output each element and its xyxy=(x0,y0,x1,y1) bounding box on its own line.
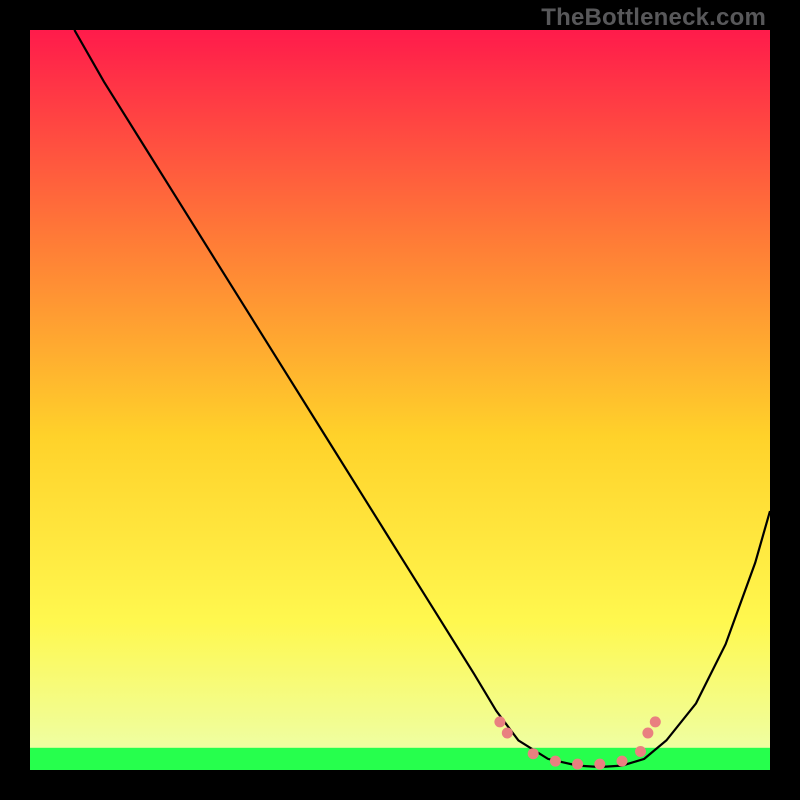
marker-dot xyxy=(650,716,661,727)
bottleneck-chart xyxy=(30,30,770,770)
marker-dot xyxy=(642,728,653,739)
marker-dot xyxy=(572,759,583,770)
chart-frame xyxy=(30,30,770,770)
marker-dot xyxy=(494,716,505,727)
marker-dot xyxy=(617,756,628,767)
marker-dot xyxy=(528,748,539,759)
marker-dot xyxy=(635,746,646,757)
marker-dot xyxy=(502,728,513,739)
marker-dot xyxy=(594,759,605,770)
watermark-text: TheBottleneck.com xyxy=(541,4,766,32)
optimal-band xyxy=(30,748,770,770)
marker-dot xyxy=(550,756,561,767)
